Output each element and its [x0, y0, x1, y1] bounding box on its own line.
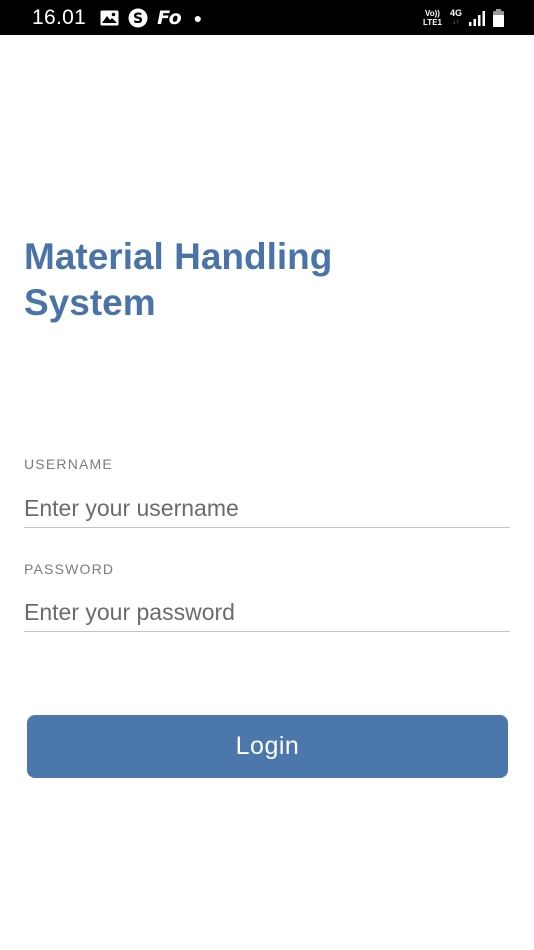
password-input[interactable] [24, 594, 510, 632]
volte-indicator: Vo)) LTE1 [423, 9, 442, 27]
svg-text:S: S [133, 11, 143, 27]
login-button[interactable]: Login [27, 715, 508, 778]
gallery-icon [100, 10, 119, 26]
skype-icon: S [128, 8, 148, 28]
username-input[interactable] [24, 490, 510, 528]
app-title: Material Handling System [24, 236, 333, 323]
fo-app-icon: Fo [157, 6, 182, 29]
volte-bottom-label: LTE1 [423, 17, 442, 27]
battery-icon [493, 8, 504, 27]
status-time: 16.01 [32, 5, 87, 29]
volte-top-label: Vo)) [425, 8, 440, 18]
data-arrows-icon: ↓↑ [452, 18, 460, 26]
network-type-label: 4G [449, 7, 462, 18]
password-label: PASSWORD [24, 561, 115, 577]
status-bar-left: 16.01 S Fo ● [32, 0, 202, 35]
username-label: USERNAME [24, 456, 113, 472]
signal-bars-icon [469, 10, 485, 26]
status-bar-right: Vo)) LTE1 4G ↓↑ [423, 0, 504, 35]
notification-dot-icon: ● [193, 9, 203, 26]
status-bar: 16.01 S Fo ● Vo)) LTE1 4G ↓↑ [0, 0, 534, 35]
network-type-indicator: 4G ↓↑ [449, 7, 462, 27]
